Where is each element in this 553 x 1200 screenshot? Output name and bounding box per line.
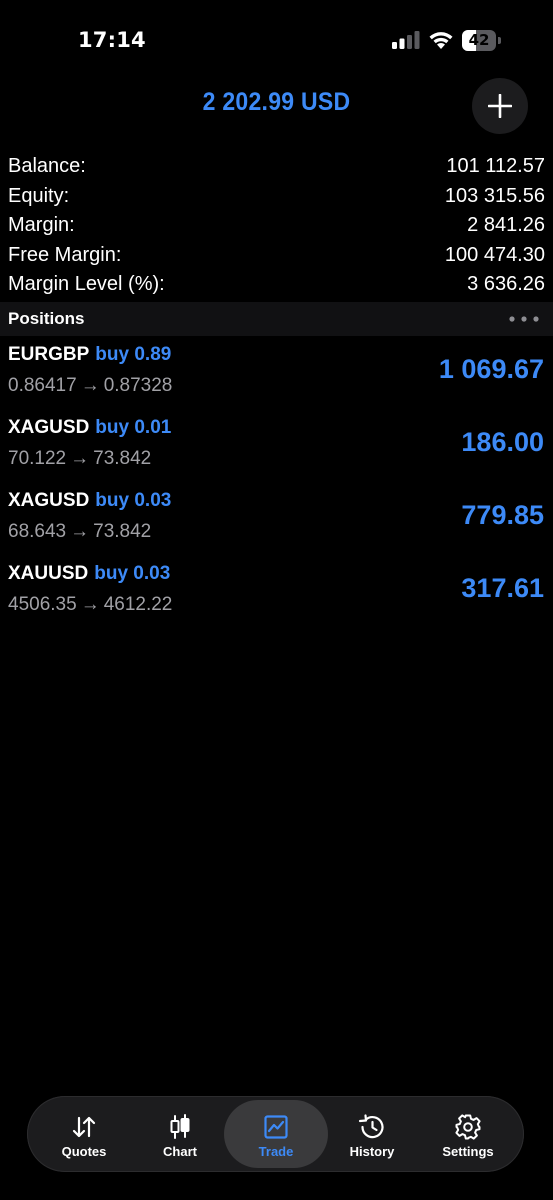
position-current-price: 73.842 [93, 521, 152, 542]
trade-chart-icon [264, 1115, 288, 1139]
battery-level: 42 [468, 31, 490, 49]
position-direction: buy 0.03 [95, 490, 172, 511]
position-symbol: XAGUSD [8, 490, 90, 511]
account-summary: Balance: 101 112.57 Equity: 103 315.56 M… [8, 152, 545, 300]
arrow-right-icon: → [70, 521, 90, 542]
tab-label: Trade [258, 1144, 294, 1159]
position-open-price: 0.86417 [8, 375, 77, 396]
summary-label: Equity: [8, 184, 70, 207]
summary-value: 103 315.56 [444, 184, 545, 207]
position-current-price: 73.842 [93, 448, 152, 469]
position-profit: 186.00 [461, 427, 544, 457]
tab-trade[interactable]: Trade [224, 1100, 328, 1168]
summary-row-equity: Equity: 103 315.56 [8, 182, 545, 212]
status-time: 17:14 [78, 28, 146, 52]
positions-title: Positions [8, 309, 85, 328]
summary-row-margin-level: Margin Level (%): 3 636.26 [8, 270, 545, 300]
tab-label: Settings [442, 1144, 494, 1159]
summary-label: Margin: [8, 214, 75, 237]
position-symbol: XAGUSD [8, 417, 90, 438]
position-symbol: XAUUSD [8, 563, 89, 584]
position-open-price: 68.643 [8, 521, 67, 542]
tab-bar: Quotes Chart Trade History Settings [27, 1096, 524, 1172]
wifi-icon [429, 32, 453, 49]
arrow-right-icon: → [80, 594, 100, 615]
tab-settings[interactable]: Settings [420, 1100, 516, 1168]
position-row[interactable]: XAGUSD buy 0.03 68.643 → 73.842 779.85 [0, 486, 553, 559]
battery-icon: 42 [462, 30, 502, 51]
summary-row-balance: Balance: 101 112.57 [8, 152, 545, 182]
position-current-price: 0.87328 [103, 375, 173, 396]
position-symbol: EURGBP [8, 344, 90, 365]
summary-label: Free Margin: [8, 243, 122, 266]
tab-history[interactable]: History [324, 1100, 420, 1168]
tab-label: History [349, 1144, 395, 1159]
positions-list: EURGBP buy 0.89 0.86417 → 0.87328 1 069.67 … [0, 340, 553, 632]
tab-chart[interactable]: Chart [132, 1100, 228, 1168]
tab-label: Chart [163, 1144, 197, 1159]
gear-icon [455, 1114, 481, 1140]
profit-total-title: 2 202.99 USD [202, 88, 351, 116]
position-row[interactable]: EURGBP buy 0.89 0.86417 → 0.87328 1 069.67 [0, 340, 553, 413]
position-row[interactable]: XAGUSD buy 0.01 70.122 → 73.842 186.00 [0, 413, 553, 486]
candlestick-icon [170, 1114, 190, 1139]
summary-label: Balance: [8, 155, 86, 178]
summary-row-margin: Margin: 2 841.26 [8, 211, 545, 241]
arrow-right-icon: → [70, 448, 90, 469]
position-profit: 317.61 [461, 573, 544, 603]
summary-value: 100 474.30 [444, 243, 545, 266]
position-profit: 779.85 [461, 500, 544, 530]
summary-value: 101 112.57 [446, 155, 545, 178]
tab-quotes[interactable]: Quotes [36, 1100, 132, 1168]
position-current-price: 4612.22 [103, 594, 173, 615]
position-direction: buy 0.03 [94, 563, 171, 584]
position-row[interactable]: XAUUSD buy 0.03 4506.35 → 4612.22 317.61 [0, 559, 553, 632]
summary-label: Margin Level (%): [8, 273, 165, 296]
position-profit: 1 069.67 [438, 354, 544, 384]
summary-value: 2 841.26 [467, 214, 545, 237]
arrow-right-icon: → [80, 375, 100, 396]
sort-arrows-icon [72, 1116, 96, 1138]
summary-row-free-margin: Free Margin: 100 474.30 [8, 241, 545, 271]
position-open-price: 70.122 [8, 448, 67, 469]
tab-label: Quotes [61, 1144, 107, 1159]
history-clock-icon [358, 1114, 384, 1139]
cellular-signal-icon [392, 31, 420, 49]
status-bar: 17:14 42 [0, 0, 553, 80]
more-horizontal-icon[interactable] [508, 315, 540, 323]
plus-icon [488, 94, 512, 118]
positions-section-header: Positions [0, 302, 553, 336]
summary-value: 3 636.26 [467, 273, 545, 296]
add-order-button[interactable] [472, 78, 528, 134]
position-direction: buy 0.89 [95, 344, 172, 365]
position-direction: buy 0.01 [95, 417, 172, 438]
position-open-price: 4506.35 [8, 594, 77, 615]
